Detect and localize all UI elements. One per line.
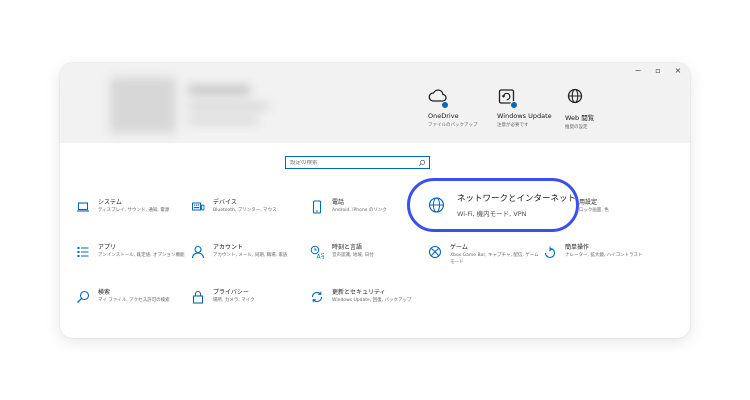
category-description: 音声認識, 地域, 日付 <box>332 253 374 258</box>
quick-link-windows-update[interactable]: Windows Update 注意が必要です <box>497 87 552 128</box>
category-title: デバイス <box>213 199 237 206</box>
category-title: ゲーム <box>450 244 468 251</box>
category-gaming[interactable]: ゲーム Xbox Game Bar, キャプチャ, 配信, ゲーム モード <box>428 244 540 266</box>
category-description: 場所, カメラ, マイク <box>213 298 255 303</box>
category-system[interactable]: システムディスプレイ, サウンド, 通知, 電源 <box>76 199 188 215</box>
quick-link-title: Windows Update <box>497 112 552 120</box>
keyboard-icon <box>192 202 205 211</box>
category-title: 時刻と言語 <box>332 244 363 251</box>
minimize-button[interactable]: − <box>634 66 642 75</box>
quick-link-subtitle: 推奨の設定 <box>565 125 588 130</box>
category-description: マイ ファイル, アクセス許可の検索 <box>98 298 170 303</box>
apps-list-icon <box>77 247 89 257</box>
avatar <box>110 77 176 133</box>
search-icon <box>418 159 426 167</box>
sync-icon <box>311 291 323 303</box>
network-internet-highlight[interactable]: ネットワークとインターネット Wi-Fi, 機内モード, VPN <box>407 178 579 232</box>
category-description: アンインストール, 既定値, オプション機能 <box>98 253 185 258</box>
category-search[interactable]: 検索マイ ファイル, アクセス許可の検索 <box>76 289 188 305</box>
time-language-icon: A字 <box>310 245 324 259</box>
category-description: Windows Update, 回復, バックアップ <box>332 298 412 303</box>
category-description: アカウント, メール, 同期, 職場, 家族 <box>213 253 288 258</box>
category-time-language[interactable]: A字 時刻と言語音声認識, 地域, 日付 <box>310 244 422 260</box>
category-accounts[interactable]: アカウントアカウント, メール, 同期, 職場, 家族 <box>191 244 303 260</box>
category-ease-of-access[interactable]: 簡単操作ナレーター, 拡大鏡, ハイコントラスト <box>543 244 655 260</box>
laptop-icon <box>77 202 89 212</box>
settings-window: − ▫ × OneDrive ファイルのバックアップ Windows Updat… <box>60 63 690 338</box>
quick-link-subtitle: 注意が必要です <box>497 123 529 128</box>
settings-search-box[interactable] <box>285 156 430 169</box>
callout-title: ネットワークとインターネット <box>456 194 576 204</box>
category-description: ディスプレイ, サウンド, 通知, 電源 <box>98 208 170 213</box>
callout-description: Wi-Fi, 機内モード, VPN <box>456 210 527 218</box>
category-title: プライバシー <box>213 289 249 296</box>
quick-link-web-browsing[interactable]: Web 閲覧 推奨の設定 <box>565 87 594 130</box>
category-title: アプリ <box>98 244 117 251</box>
category-title: アカウント <box>213 244 244 251</box>
settings-header: − ▫ × OneDrive ファイルのバックアップ Windows Updat… <box>60 63 690 143</box>
category-description: ナレーター, 拡大鏡, ハイコントラスト <box>565 253 643 258</box>
person-icon <box>191 245 205 259</box>
quick-link-title: OneDrive <box>428 112 459 120</box>
globe-icon <box>565 87 585 107</box>
category-title: 電話 <box>332 199 345 206</box>
close-button[interactable]: × <box>674 66 682 75</box>
search-icon <box>77 290 90 303</box>
category-devices[interactable]: デバイス Bluetooth, プリンター, マウス <box>191 199 303 215</box>
maximize-button[interactable]: ▫ <box>654 66 662 75</box>
quick-link-onedrive[interactable]: OneDrive ファイルのバックアップ <box>428 87 478 128</box>
search-input[interactable] <box>290 159 410 166</box>
svg-text:A字: A字 <box>317 253 325 260</box>
category-description: Android, iPhone のリンク <box>332 208 387 213</box>
phone-icon <box>312 200 322 214</box>
category-title: システム <box>98 199 122 206</box>
category-description: Xbox Game Bar, キャプチャ, 配信, ゲーム モード <box>450 253 539 265</box>
category-description: Bluetooth, プリンター, マウス <box>213 208 277 213</box>
xbox-icon <box>428 245 442 259</box>
windows-update-icon <box>497 87 518 109</box>
category-title: 簡単操作 <box>565 244 590 251</box>
quick-link-subtitle: ファイルのバックアップ <box>428 123 478 128</box>
category-update-security[interactable]: 更新とセキュリティ Windows Update, 回復, バックアップ <box>310 289 422 305</box>
quick-link-title: Web 閲覧 <box>565 114 595 122</box>
window-controls: − ▫ × <box>634 66 682 75</box>
globe-icon <box>428 197 445 213</box>
category-phone[interactable]: 電話 Android, iPhone のリンク <box>310 199 422 215</box>
category-title: 更新とセキュリティ <box>332 289 386 296</box>
lock-icon <box>192 290 204 304</box>
category-privacy[interactable]: プライバシー場所, カメラ, マイク <box>191 289 303 305</box>
category-title: 検索 <box>98 289 111 296</box>
account-info-blurred <box>110 67 275 139</box>
category-apps[interactable]: アプリアンインストール, 既定値, オプション機能 <box>76 244 188 260</box>
ease-of-access-icon <box>544 246 556 259</box>
onedrive-cloud-icon <box>428 87 449 109</box>
